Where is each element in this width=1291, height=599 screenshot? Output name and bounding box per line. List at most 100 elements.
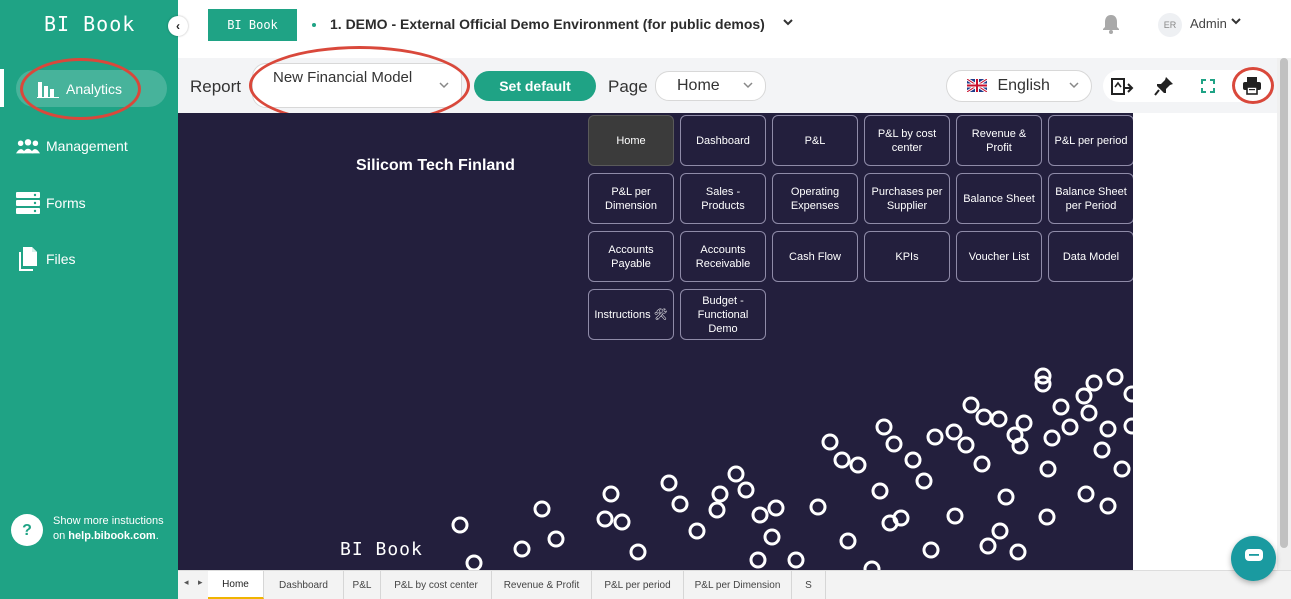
nav-tile[interactable]: KPIs (864, 231, 950, 282)
sidebar-item-label: Forms (46, 194, 86, 211)
chevron-down-icon (1069, 80, 1079, 92)
chevron-down-icon (743, 80, 753, 92)
refresh-data-icon[interactable] (1109, 74, 1135, 98)
sheet-tab[interactable]: S (792, 571, 826, 599)
nav-tile[interactable]: Budget - Functional Demo (680, 289, 766, 340)
set-default-button[interactable]: Set default (474, 71, 596, 101)
chevron-down-icon[interactable] (1230, 14, 1242, 29)
env-dot (312, 23, 316, 27)
chevron-down-icon (439, 78, 449, 94)
sidebar-item-files[interactable]: Files (16, 240, 167, 277)
decorative-ring (991, 522, 1009, 540)
avatar[interactable]: ER (1158, 13, 1182, 37)
sheet-tab[interactable]: Revenue & Profit (492, 571, 592, 599)
nav-tile[interactable]: Balance Sheet (956, 173, 1042, 224)
sidebar-item-label: Management (46, 137, 128, 154)
chat-button[interactable] (1231, 536, 1276, 581)
bell-icon[interactable] (1102, 14, 1120, 39)
nav-tile[interactable]: Voucher List (956, 231, 1042, 282)
sheet-tab[interactable]: Home (208, 571, 264, 599)
nav-tile[interactable]: P&L (772, 115, 858, 166)
nav-tile[interactable]: P&L per Dimension (588, 173, 674, 224)
nav-tile[interactable]: Sales - Products (680, 173, 766, 224)
sidebar-item-label: Analytics (66, 80, 123, 97)
decorative-ring (1077, 485, 1095, 503)
sheet-tab[interactable]: P&L per period (592, 571, 684, 599)
decorative-ring (749, 551, 767, 569)
decorative-ring (839, 532, 857, 550)
user-menu[interactable]: Admin (1190, 16, 1227, 31)
sheet-tab[interactable]: Dashboard (264, 571, 344, 599)
help-url[interactable]: help.bibook.com (68, 530, 155, 542)
nav-tile[interactable]: Data Model (1048, 231, 1133, 282)
sidebar-item-management[interactable]: Management (16, 127, 167, 164)
sheet-tab[interactable]: P&L per Dimension (684, 571, 792, 599)
nav-tile[interactable]: Dashboard (680, 115, 766, 166)
decorative-ring (833, 451, 851, 469)
nav-tile[interactable]: Revenue & Profit (956, 115, 1042, 166)
decorative-ring (915, 472, 933, 490)
decorative-ring (671, 495, 689, 513)
report-tools (1103, 70, 1273, 102)
nav-tile[interactable]: Instructions 🛠 (588, 289, 674, 340)
decorative-ring (596, 510, 614, 528)
sidebar: BI Book Analytics Management Forms Files… (0, 0, 178, 599)
decorative-ring (602, 485, 620, 503)
nav-tile[interactable]: Cash Flow (772, 231, 858, 282)
decorative-ring (1099, 420, 1117, 438)
nav-tile[interactable]: P&L by cost center (864, 115, 950, 166)
sidebar-item-analytics[interactable]: Analytics (16, 70, 167, 107)
chevron-left-icon: ‹ (176, 19, 180, 33)
bar-chart-icon (36, 78, 60, 100)
collapse-sidebar-button[interactable]: ‹ (168, 16, 188, 36)
decorative-ring (1085, 374, 1103, 392)
help-link[interactable]: ? Show more instuctions on help.bibook.c… (11, 514, 176, 546)
decorative-ring (533, 500, 551, 518)
language-select[interactable]: English (946, 70, 1092, 102)
scrollbar-thumb[interactable] (1280, 58, 1288, 548)
chevron-down-icon[interactable] (782, 14, 794, 30)
decorative-ring (1093, 441, 1111, 459)
sheet-tab[interactable]: P&L (344, 571, 381, 599)
report-select[interactable]: New Financial Model (252, 63, 462, 108)
decorative-ring (767, 499, 785, 517)
sidebar-logo[interactable]: BI Book (44, 12, 135, 36)
nav-tile[interactable]: Balance Sheet per Period (1048, 173, 1133, 224)
decorative-ring (751, 506, 769, 524)
decorative-ring (945, 423, 963, 441)
report-label: Report (190, 77, 242, 96)
decorative-ring (946, 507, 964, 525)
decorative-ring (727, 465, 745, 483)
bibook-tag-button[interactable]: BI Book (208, 9, 297, 41)
nav-tile[interactable]: Accounts Receivable (680, 231, 766, 282)
decorative-ring (1106, 368, 1124, 386)
decorative-ring (875, 418, 893, 436)
nav-tile[interactable]: Home (588, 115, 674, 166)
sidebar-item-forms[interactable]: Forms (16, 184, 167, 221)
decorative-ring (787, 551, 805, 569)
tab-prev-icon[interactable]: ◂ (184, 577, 189, 588)
active-indicator (0, 69, 4, 107)
decorative-ring (849, 456, 867, 474)
decorative-ring (922, 541, 940, 559)
sheet-tab-bar: ◂ ▸ Home Dashboard P&L P&L by cost center Re… (178, 570, 1291, 599)
decorative-ring (660, 474, 678, 492)
pin-icon[interactable] (1151, 74, 1177, 98)
environment-selector[interactable]: 1. DEMO - External Official Demo Environ… (330, 16, 765, 32)
tab-next-icon[interactable]: ▸ (198, 577, 203, 588)
fullscreen-icon[interactable] (1195, 74, 1221, 98)
page-select[interactable]: Home (655, 71, 766, 101)
page-select-value: Home (677, 77, 720, 94)
print-icon[interactable] (1239, 74, 1265, 98)
nav-tile[interactable]: Operating Expenses (772, 173, 858, 224)
nav-tile[interactable]: Purchases per Supplier (864, 173, 950, 224)
decorative-ring (1038, 508, 1056, 526)
decorative-ring (809, 498, 827, 516)
decorative-ring (737, 481, 755, 499)
nav-tile[interactable]: Accounts Payable (588, 231, 674, 282)
decorative-ring (957, 436, 975, 454)
sheet-tab[interactable]: P&L by cost center (381, 571, 492, 599)
decorative-ring (1113, 460, 1131, 478)
nav-tile[interactable]: P&L per period (1048, 115, 1133, 166)
decorative-ring (451, 516, 469, 534)
